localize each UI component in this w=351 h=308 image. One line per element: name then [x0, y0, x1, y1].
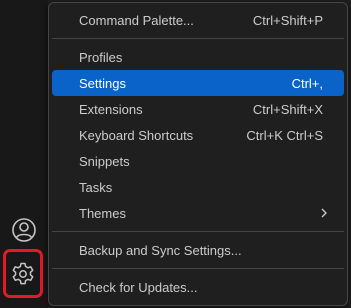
menu-item-shortcut: Ctrl+, — [291, 75, 323, 91]
menu-item-settings[interactable]: Settings Ctrl+, — [52, 70, 344, 96]
menu-item-tasks[interactable]: Tasks — [52, 174, 344, 200]
menu-item-label: Themes — [79, 205, 126, 221]
menu-item-label: Command Palette... — [79, 12, 194, 28]
gear-icon — [12, 262, 34, 284]
menu-item-snippets[interactable]: Snippets — [52, 148, 344, 174]
menu-item-shortcut: Ctrl+K Ctrl+S — [246, 127, 323, 143]
app-window: Command Palette... Ctrl+Shift+P Profiles… — [0, 0, 351, 308]
menu-item-label: Keyboard Shortcuts — [79, 127, 194, 143]
activity-bar — [0, 0, 48, 308]
manage-button[interactable] — [3, 249, 43, 298]
manage-context-menu: Command Palette... Ctrl+Shift+P Profiles… — [48, 2, 348, 306]
chevron-right-icon — [321, 208, 327, 218]
menu-item-label: Check for Updates... — [79, 279, 198, 295]
menu-item-backup-sync[interactable]: Backup and Sync Settings... — [52, 237, 344, 263]
menu-item-label: Extensions — [79, 101, 143, 117]
menu-item-themes[interactable]: Themes — [52, 200, 344, 226]
menu-item-label: Snippets — [79, 153, 130, 169]
menu-item-shortcut: Ctrl+Shift+P — [252, 12, 323, 28]
menu-item-profiles[interactable]: Profiles — [52, 44, 344, 70]
menu-item-extensions[interactable]: Extensions Ctrl+Shift+X — [52, 96, 344, 122]
menu-item-label: Settings — [79, 75, 126, 91]
menu-item-check-updates[interactable]: Check for Updates... — [52, 274, 344, 300]
menu-item-label: Backup and Sync Settings... — [79, 242, 242, 258]
menu-item-label: Profiles — [79, 49, 123, 65]
menu-item-shortcut: Ctrl+Shift+X — [252, 101, 323, 117]
menu-item-keyboard-shortcuts[interactable]: Keyboard Shortcuts Ctrl+K Ctrl+S — [52, 122, 344, 148]
menu-item-label: Tasks — [79, 179, 113, 195]
account-icon — [12, 218, 36, 242]
menu-separator — [52, 268, 344, 269]
menu-separator — [52, 38, 344, 39]
menu-separator — [52, 231, 344, 232]
menu-item-command-palette[interactable]: Command Palette... Ctrl+Shift+P — [52, 7, 344, 33]
accounts-button[interactable] — [10, 216, 38, 244]
